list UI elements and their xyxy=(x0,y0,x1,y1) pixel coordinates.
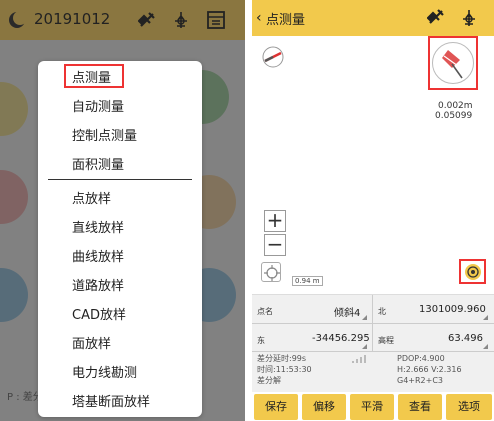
menu-item-label: 控制点测量 xyxy=(72,129,138,144)
moon-logo-icon xyxy=(9,11,26,28)
point-name-value[interactable]: 倾斜4 xyxy=(334,304,360,319)
left-header-bar: 20191012 xyxy=(0,0,245,40)
east-label: 东 xyxy=(257,336,265,345)
save-button[interactable]: 保存 xyxy=(254,394,298,420)
point-name-label: 点名 xyxy=(257,307,273,316)
antenna-icon[interactable] xyxy=(172,10,190,30)
menu-item-label: 曲线放样 xyxy=(72,250,125,265)
solution-text: 差分解 xyxy=(257,376,281,385)
menu-item-cad-stakeout[interactable]: CAD放样 xyxy=(38,299,202,327)
options-button[interactable]: 选项 xyxy=(446,394,492,420)
menu-item-label: 电力线勘测 xyxy=(72,366,138,381)
menu-item-label: 点放样 xyxy=(72,192,112,207)
view-button[interactable]: 查看 xyxy=(398,394,442,420)
satellite-icon[interactable] xyxy=(138,11,158,29)
compass-icon[interactable] xyxy=(261,45,285,69)
menu-item-line-stakeout[interactable]: 直线放样 xyxy=(38,212,202,240)
smooth-button[interactable]: 平滑 xyxy=(350,394,394,420)
settings-panel-icon[interactable] xyxy=(206,10,226,30)
offset-button[interactable]: 偏移 xyxy=(302,394,346,420)
north-value: 1301009.960 xyxy=(419,304,486,315)
antenna-icon[interactable] xyxy=(460,8,478,28)
project-date-title: 20191012 xyxy=(34,10,111,28)
menu-divider xyxy=(48,179,192,180)
center-location-icon[interactable] xyxy=(464,263,482,281)
menu-item-label: 点测量 xyxy=(72,71,112,86)
divider xyxy=(372,295,373,351)
constellation-text: G4+R2+C3 xyxy=(397,376,444,385)
action-button-bar: 保存 偏移 平滑 查看 选项 xyxy=(252,392,494,421)
menu-item-label: 道路放样 xyxy=(72,279,125,294)
zoom-in-button[interactable]: + xyxy=(264,210,286,232)
signal-strength-icon xyxy=(352,355,366,363)
menu-item-label: 自动测量 xyxy=(72,100,125,115)
page-title: 点测量 xyxy=(266,13,306,28)
satellite-icon[interactable] xyxy=(427,8,447,26)
east-value: -34456.295 xyxy=(312,333,370,344)
menu-item-label: CAD放样 xyxy=(72,308,126,323)
angle-value: 0.05099 xyxy=(435,111,473,121)
menu-item-tower-section-stakeout[interactable]: 塔基断面放样 xyxy=(38,386,202,414)
dropdown-corner-icon xyxy=(362,344,367,349)
menu-item-label: 塔基断面放样 xyxy=(72,395,151,410)
right-screen: ‹ 点测量 0.002m 0.05099 + − 0.94 m 点名 倾斜4 北… xyxy=(252,0,494,421)
menu-item-power-line-survey[interactable]: 电力线勘测 xyxy=(38,357,202,385)
distance-value: 0.002m xyxy=(438,101,473,111)
menu-item-area-survey[interactable]: 面积测量 xyxy=(38,149,202,177)
time-text: 时间:11:53:30 xyxy=(257,365,312,374)
scale-bar-label: 0.94 m xyxy=(292,276,323,286)
zoom-out-button[interactable]: − xyxy=(264,234,286,256)
back-chevron-icon[interactable]: ‹ xyxy=(256,10,262,26)
left-screen: 20191012 P : 差分 点测量 自动测量 控制点测量 面积测量 点放样 … xyxy=(0,0,245,421)
divider xyxy=(252,351,494,352)
crosshair-icon[interactable] xyxy=(261,262,281,282)
menu-item-point-stakeout[interactable]: 点放样 xyxy=(38,183,202,211)
dropdown-corner-icon xyxy=(483,344,488,349)
diff-delay-text: 差分延时:99s xyxy=(257,354,307,363)
survey-function-menu: 点测量 自动测量 控制点测量 面积测量 点放样 直线放样 曲线放样 道路放样 C… xyxy=(38,61,202,417)
menu-item-surface-stakeout[interactable]: 面放样 xyxy=(38,328,202,356)
menu-item-label: 直线放样 xyxy=(72,221,125,236)
dropdown-corner-icon xyxy=(362,315,367,320)
menu-item-point-survey[interactable]: 点测量 xyxy=(38,62,202,90)
right-header-bar: ‹ 点测量 xyxy=(252,0,494,36)
menu-item-control-point-survey[interactable]: 控制点测量 xyxy=(38,120,202,148)
elevation-value: 63.496 xyxy=(448,333,483,344)
menu-item-road-stakeout[interactable]: 道路放样 xyxy=(38,270,202,298)
menu-item-label: 面放样 xyxy=(72,337,112,352)
divider xyxy=(252,323,494,324)
menu-item-auto-survey[interactable]: 自动测量 xyxy=(38,91,202,119)
highlight-box xyxy=(428,36,478,90)
elevation-label: 高程 xyxy=(378,336,394,345)
menu-item-label: 面积测量 xyxy=(72,158,125,173)
menu-item-curve-stakeout[interactable]: 曲线放样 xyxy=(38,241,202,269)
survey-info-panel: 点名 倾斜4 北 1301009.960 东 -34456.295 高程 63.… xyxy=(252,294,494,393)
pdop-text: PDOP:4.900 xyxy=(397,354,445,363)
hv-precision-text: H:2.666 V:2.316 xyxy=(397,365,462,374)
dropdown-corner-icon xyxy=(483,315,488,320)
north-label: 北 xyxy=(378,307,386,316)
